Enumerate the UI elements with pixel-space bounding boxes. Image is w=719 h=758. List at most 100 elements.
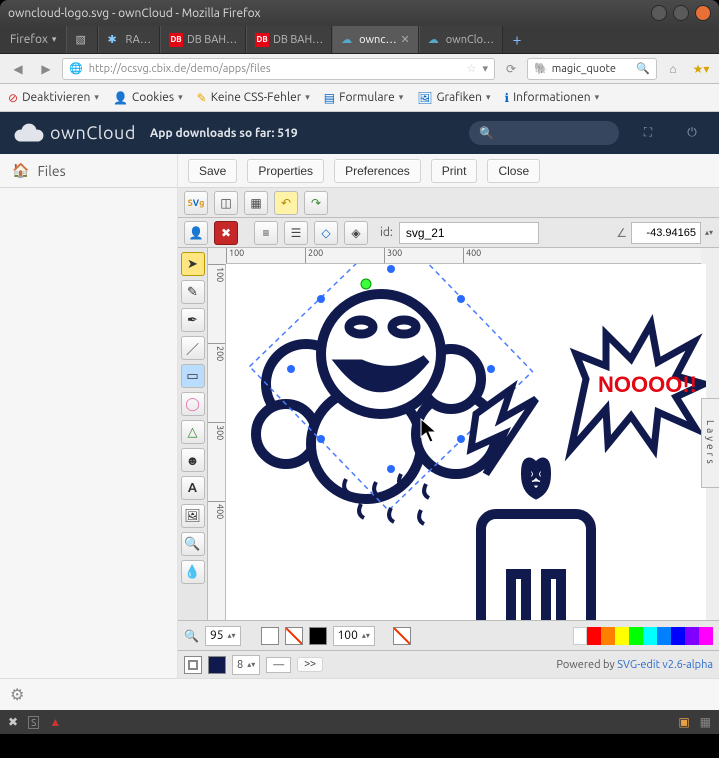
home-button[interactable]: ⌂ bbox=[661, 58, 685, 80]
swatch[interactable] bbox=[587, 627, 601, 645]
bug-icon[interactable]: ▲ bbox=[49, 715, 61, 729]
nav-forward-button[interactable]: ▶ bbox=[34, 58, 58, 80]
swatch[interactable] bbox=[671, 627, 685, 645]
properties-button[interactable]: Properties bbox=[247, 159, 324, 183]
swatch[interactable] bbox=[573, 627, 587, 645]
wd-info[interactable]: ℹInformationen bbox=[505, 91, 600, 105]
owncloud-logo[interactable]: ownCloud bbox=[12, 122, 136, 144]
group-button[interactable]: ◇ bbox=[314, 221, 338, 245]
browser-tab[interactable]: ✱RA… bbox=[98, 26, 160, 53]
align-right-button[interactable]: ☰ bbox=[284, 221, 308, 245]
image-tool[interactable]: 🖼 bbox=[181, 504, 205, 528]
rect-tool[interactable]: ▭ bbox=[181, 364, 205, 388]
wireframe-button[interactable]: ◫ bbox=[214, 191, 238, 215]
fill-black-swatch[interactable] bbox=[309, 627, 327, 645]
window-maximize[interactable] bbox=[673, 5, 689, 21]
search-go-icon[interactable]: 🔍 bbox=[636, 62, 650, 75]
globe-icon: 🌐 bbox=[69, 62, 83, 75]
swatch[interactable] bbox=[657, 627, 671, 645]
fill-none-swatch[interactable] bbox=[285, 627, 303, 645]
id-input[interactable] bbox=[399, 222, 539, 244]
angle-stepper[interactable]: ▴▾ bbox=[705, 228, 713, 237]
address-bar[interactable]: 🌐 http://ocsvg.cbix.de/demo/apps/files ☆… bbox=[62, 58, 495, 80]
pen-tool[interactable]: ✒ bbox=[181, 308, 205, 332]
new-tab-button[interactable]: + bbox=[503, 26, 531, 53]
browser-tab[interactable]: DBDB BAH… bbox=[246, 26, 332, 53]
wd-images[interactable]: 🖼Grafiken bbox=[417, 91, 490, 105]
browser-tab[interactable]: ▧ bbox=[66, 26, 98, 53]
settings-gear-icon[interactable]: ⚙ bbox=[10, 685, 24, 704]
wd-disable[interactable]: ⊘Deaktivieren bbox=[8, 91, 99, 105]
url-dropdown-icon[interactable]: ▾ bbox=[482, 62, 488, 75]
preferences-button[interactable]: Preferences bbox=[334, 159, 421, 183]
wd-cookies[interactable]: 👤Cookies bbox=[113, 91, 183, 105]
align-left-button[interactable]: ≡ bbox=[254, 221, 278, 245]
redo-button[interactable]: ↷ bbox=[304, 191, 328, 215]
wd-css[interactable]: ✎Keine CSS-Fehler bbox=[197, 91, 310, 105]
save-button[interactable]: Save bbox=[188, 159, 237, 183]
zoom-tool[interactable]: 🔍 bbox=[181, 532, 205, 556]
wd-forms[interactable]: ▤Formulare bbox=[324, 91, 403, 105]
fill-swatch[interactable] bbox=[261, 627, 279, 645]
search-engine-icon: 🐘 bbox=[534, 62, 548, 75]
noscript-icon[interactable]: ✖ bbox=[8, 715, 18, 729]
select-tool[interactable]: ➤ bbox=[181, 252, 205, 276]
canvas[interactable]: NOOOO!! bbox=[226, 264, 701, 620]
layers-panel-tab[interactable]: Layers bbox=[701, 398, 719, 488]
browser-tab[interactable]: ☁ownClo… bbox=[419, 26, 503, 53]
pencil-tool[interactable]: ✎ bbox=[181, 280, 205, 304]
swatch[interactable] bbox=[601, 627, 615, 645]
owncloud-search[interactable]: 🔍 bbox=[469, 121, 619, 145]
artboard[interactable]: NOOOO!! bbox=[226, 264, 706, 620]
print-button[interactable]: Print bbox=[431, 159, 478, 183]
swatch[interactable] bbox=[615, 627, 629, 645]
window-minimize[interactable] bbox=[651, 5, 667, 21]
no-color-swatch[interactable] bbox=[393, 627, 411, 645]
firefox-menu[interactable]: Firefox bbox=[0, 26, 66, 53]
stroke-color[interactable] bbox=[208, 656, 226, 674]
line-tool[interactable]: ／ bbox=[181, 336, 205, 360]
clone-button[interactable]: 👤 bbox=[184, 221, 208, 245]
zoom-field[interactable]: 95▴▾ bbox=[205, 626, 241, 646]
svgedit-link[interactable]: SVG-edit v2.6-alpha bbox=[617, 659, 713, 671]
close-button[interactable]: Close bbox=[487, 159, 540, 183]
rss-icon[interactable]: ▣ bbox=[678, 715, 689, 729]
ellipse-tool[interactable]: ◯ bbox=[181, 392, 205, 416]
angle-input[interactable] bbox=[631, 222, 701, 244]
grid-button[interactable]: ▦ bbox=[244, 191, 268, 215]
swatch[interactable] bbox=[629, 627, 643, 645]
stroke-swatch[interactable] bbox=[184, 656, 202, 674]
text-tool[interactable]: A bbox=[181, 476, 205, 500]
search-field[interactable]: 🐘 magic_quote 🔍 bbox=[527, 58, 657, 80]
browser-tab[interactable]: DBDB BAH… bbox=[160, 26, 246, 53]
swatch[interactable] bbox=[685, 627, 699, 645]
sidebar-header-files[interactable]: 🏠 Files bbox=[0, 154, 178, 187]
reload-button[interactable]: ⟳ bbox=[499, 58, 523, 80]
browser-tab-active[interactable]: ☁ownc…✕ bbox=[332, 26, 419, 53]
bookmarks-button[interactable]: ★▾ bbox=[689, 58, 713, 80]
svg-source-button[interactable]: SVg bbox=[184, 191, 208, 215]
shape-tool[interactable]: ☻ bbox=[181, 448, 205, 472]
stroke-width-field[interactable]: 8▴▾ bbox=[232, 655, 260, 675]
nav-back-button[interactable]: ◀ bbox=[6, 58, 30, 80]
opacity-field[interactable]: 100▴▾ bbox=[333, 626, 375, 646]
more-button[interactable]: >> bbox=[297, 657, 323, 672]
zoom-icon[interactable]: 🔍 bbox=[184, 629, 199, 643]
expand-icon[interactable]: ⛶ bbox=[633, 126, 663, 140]
ungroup-button[interactable]: ◈ bbox=[344, 221, 368, 245]
tab-close-icon[interactable]: ✕ bbox=[401, 33, 410, 46]
stroke-style-select[interactable]: — bbox=[266, 657, 291, 673]
power-icon[interactable]: ⏻ bbox=[677, 126, 707, 140]
addon-icon[interactable]: ▦ bbox=[700, 715, 711, 729]
swatch[interactable] bbox=[643, 627, 657, 645]
bookmark-star-icon[interactable]: ☆ bbox=[467, 62, 477, 75]
favicon-generic: ✱ bbox=[107, 33, 121, 47]
path-tool[interactable]: △ bbox=[181, 420, 205, 444]
script-icon[interactable]: S bbox=[28, 716, 39, 729]
url-text: http://ocsvg.cbix.de/demo/apps/files bbox=[89, 63, 271, 75]
window-close[interactable] bbox=[695, 5, 711, 21]
delete-button[interactable]: ✖ bbox=[214, 221, 238, 245]
swatch[interactable] bbox=[699, 627, 713, 645]
eyedropper-tool[interactable]: 💧 bbox=[181, 560, 205, 584]
undo-button[interactable]: ↶ bbox=[274, 191, 298, 215]
